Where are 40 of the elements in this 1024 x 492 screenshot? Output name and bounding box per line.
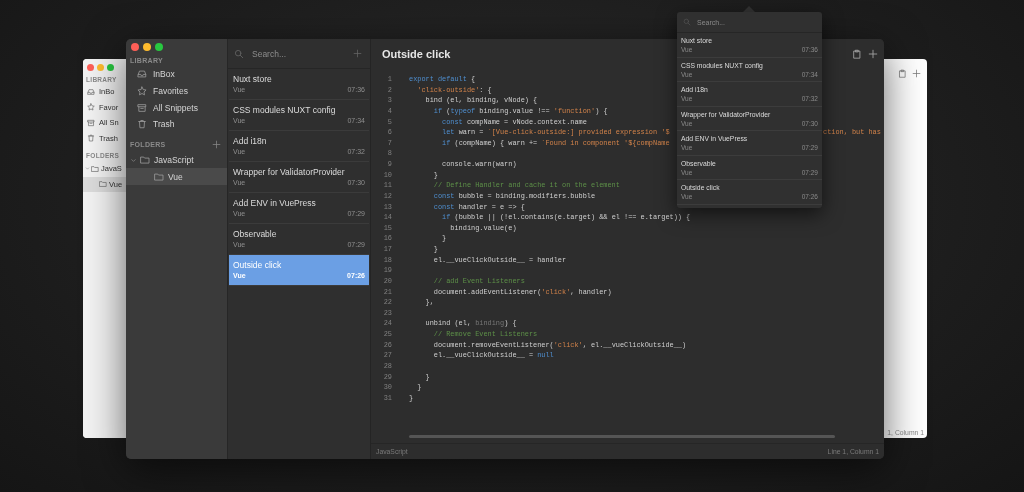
folder-item[interactable]: JavaScript bbox=[126, 151, 227, 169]
snippet-title: Wrapper for ValidatorProvider bbox=[233, 166, 346, 178]
snippet-title: Add ENV in VuePress bbox=[233, 197, 317, 209]
close-button[interactable] bbox=[87, 64, 94, 71]
close-button[interactable] bbox=[131, 43, 139, 51]
snippet-title: Outside click bbox=[382, 47, 451, 60]
snippet-title: Add i18n bbox=[233, 135, 268, 147]
search-field[interactable]: Search... bbox=[234, 48, 345, 59]
snippet-title: CSS modules NUXT config bbox=[233, 104, 337, 116]
folder-icon bbox=[154, 171, 164, 182]
folder-icon bbox=[140, 155, 150, 166]
inbox-icon bbox=[137, 69, 147, 80]
add-fragment-button[interactable] bbox=[868, 48, 878, 59]
sidebar-item[interactable]: Trash bbox=[126, 116, 227, 133]
chevron-down-icon bbox=[130, 156, 137, 164]
add-snippet-button[interactable] bbox=[353, 49, 362, 58]
zoom-button[interactable] bbox=[155, 43, 163, 51]
star-icon bbox=[137, 86, 147, 97]
trash-icon bbox=[137, 119, 147, 130]
snippet-title: Outside click bbox=[233, 259, 283, 271]
snippet-title: Nuxt store bbox=[233, 73, 273, 85]
chevron-down-icon bbox=[85, 166, 90, 172]
snippet-title: Observable bbox=[233, 228, 278, 240]
copy-button[interactable] bbox=[852, 48, 862, 59]
folder-item[interactable]: Vue bbox=[126, 168, 227, 186]
sidebar-item[interactable]: InBox bbox=[126, 66, 227, 83]
add-fragment-button[interactable] bbox=[912, 69, 921, 78]
search-icon bbox=[234, 48, 244, 59]
star-icon bbox=[87, 103, 95, 112]
sidebar-item[interactable]: All Snippets bbox=[126, 99, 227, 117]
trash-icon bbox=[87, 134, 95, 143]
sidebar-item[interactable]: Favorites bbox=[126, 82, 227, 100]
add-folder-button[interactable] bbox=[212, 140, 221, 150]
copy-button[interactable] bbox=[898, 69, 907, 78]
search-icon bbox=[683, 18, 691, 26]
inbox-icon bbox=[87, 87, 95, 96]
archive-box-icon bbox=[87, 118, 95, 127]
horizontal-scrollbar[interactable] bbox=[409, 435, 835, 438]
archive-box-icon bbox=[137, 102, 147, 113]
minimize-button[interactable] bbox=[143, 43, 151, 51]
